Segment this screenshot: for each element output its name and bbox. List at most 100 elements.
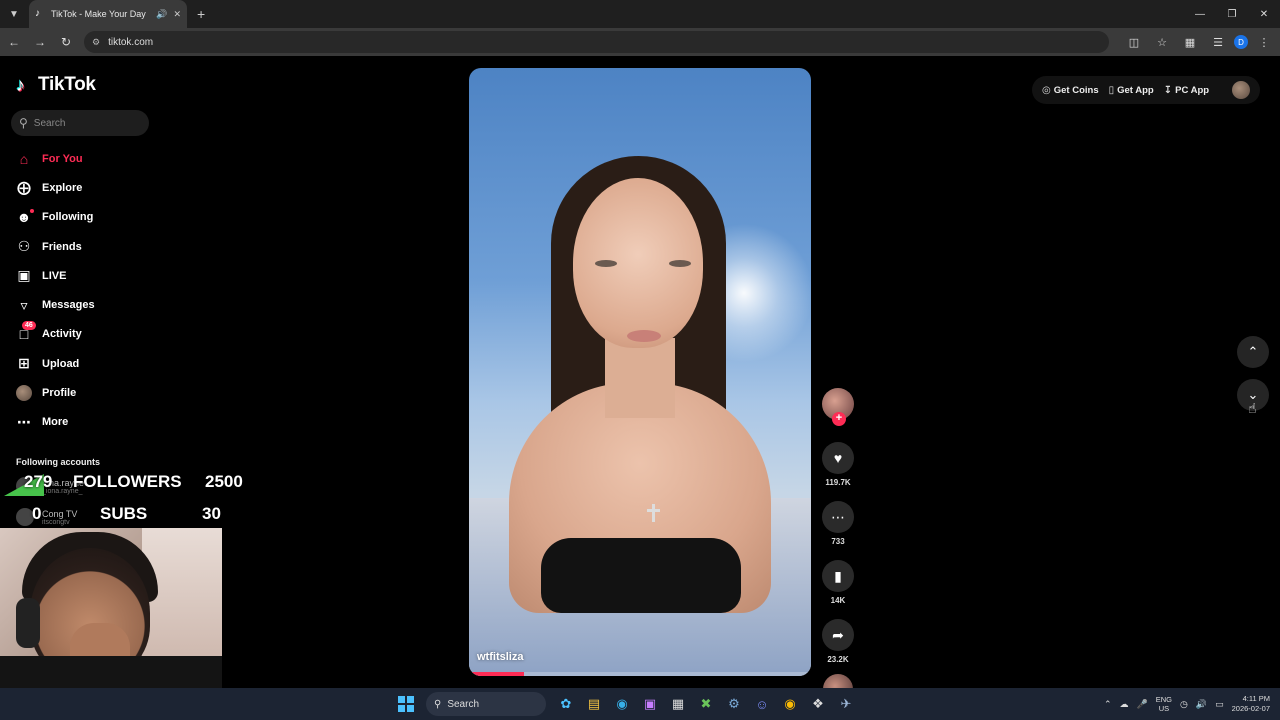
sidebar-item-live[interactable]: ▣ LIVE [16, 261, 146, 290]
tray-overflow-icon[interactable]: ⌃ [1104, 699, 1112, 710]
windows-taskbar: ⚲ Search ✿ ▤ ◉ ▣ ▦ ✖ ⚙ ☺ ◉ ❖ ✈ ⌃ ☁ 🎤 ENG… [0, 688, 1280, 720]
language-indicator[interactable]: ENG US [1156, 695, 1172, 713]
user-avatar[interactable] [1232, 81, 1250, 99]
discord-icon[interactable]: ☺ [750, 692, 774, 716]
get-app-label: Get App [1117, 84, 1154, 96]
browser-tab-tiktok[interactable]: ♪ TikTok - Make Your Day 🔊 ✕ [29, 0, 187, 28]
follow-plus-button[interactable]: + [832, 412, 846, 426]
sidebar-item-for-you[interactable]: ⌂ For You [16, 144, 146, 173]
restore-button[interactable]: ❐ [1216, 0, 1248, 28]
sidebar-item-label: Activity [42, 328, 82, 341]
file-explorer-icon[interactable]: ▤ [582, 692, 606, 716]
clock-time: 4:11 PM [1242, 694, 1270, 703]
media-control-icon[interactable]: ☰ [1206, 30, 1230, 54]
onedrive-icon[interactable]: ☁ [1120, 699, 1129, 710]
sidebar-item-following[interactable]: ☻ Following [16, 203, 146, 232]
reload-button[interactable]: ↻ [54, 30, 78, 54]
video-person-eye [669, 260, 691, 267]
comment-icon[interactable]: ⋯ [822, 501, 854, 533]
window-controls: — ❐ ✕ [1184, 0, 1280, 28]
install-app-icon[interactable]: ◫ [1122, 30, 1146, 54]
video-progress-bar[interactable] [469, 672, 811, 676]
share-action[interactable]: ➦ 23.2K [820, 619, 856, 664]
pc-app-button[interactable]: ↧ PC App [1164, 85, 1209, 96]
wifi-icon[interactable]: ◷ [1180, 699, 1188, 710]
webcam-overlay [0, 528, 222, 688]
sidebar-item-label: For You [42, 152, 83, 165]
comment-count: 733 [831, 537, 845, 546]
compass-icon: ⨁ [17, 179, 31, 196]
save-action[interactable]: ▮ 14K [820, 560, 856, 605]
microphone-icon[interactable]: 🎤 [1137, 699, 1148, 710]
video-username[interactable]: wtfitsliza [477, 651, 523, 663]
start-button[interactable] [394, 692, 418, 716]
clock[interactable]: 4:11 PM 2026-02-07 [1232, 694, 1270, 714]
heart-icon[interactable]: ♥ [822, 442, 854, 474]
obs-icon[interactable]: ⚙ [722, 692, 746, 716]
sidebar-item-upload[interactable]: ⊞ Upload [16, 349, 146, 378]
windows-logo-icon [398, 696, 414, 712]
new-tab-button[interactable]: + [197, 6, 205, 22]
sidebar-item-explore[interactable]: ⨁ Explore [16, 173, 146, 202]
tiktok-note-icon: ♪ [16, 75, 25, 95]
xbox-icon[interactable]: ✖ [694, 692, 718, 716]
search-box[interactable]: ⚲ [11, 110, 149, 136]
tab-close-icon[interactable]: ✕ [173, 9, 181, 20]
search-icon: ⚲ [434, 698, 442, 710]
sidebar-item-profile[interactable]: Profile [16, 378, 146, 407]
sidebar-nav: ⌂ For You ⨁ Explore ☻ Following ⚇ Friend… [16, 144, 146, 437]
get-app-button[interactable]: ▯ Get App [1109, 85, 1154, 96]
address-bar[interactable]: ⚙ tiktok.com [84, 31, 1109, 53]
friends-icon: ⚇ [17, 238, 31, 255]
edge-icon[interactable]: ◉ [610, 692, 634, 716]
mouse-cursor-icon: ☝ [1248, 400, 1257, 416]
sidebar-item-messages[interactable]: ▿ Messages [16, 290, 146, 319]
steam-icon[interactable]: ✈ [834, 692, 858, 716]
sidebar-item-label: Messages [42, 299, 95, 312]
extensions-icon[interactable]: ▦ [1178, 30, 1202, 54]
close-window-button[interactable]: ✕ [1248, 0, 1280, 28]
chrome-icon[interactable]: ◉ [778, 692, 802, 716]
camera-app-icon[interactable]: ▣ [638, 692, 662, 716]
back-button[interactable]: ← [2, 30, 26, 54]
minimize-button[interactable]: — [1184, 0, 1216, 28]
video-action-bar: + ♥ 119.7K ⋯ 733 ▮ 14K ➦ 23.2K [820, 388, 856, 704]
creator-avatar[interactable]: + [822, 388, 854, 426]
new-content-dot [30, 208, 34, 213]
battery-icon[interactable]: ▭ [1215, 699, 1224, 710]
browser-profile-avatar[interactable]: D [1234, 35, 1248, 49]
taskbar-search[interactable]: ⚲ Search [426, 692, 546, 716]
sidebar-item-more[interactable]: ⋯ More [16, 408, 146, 437]
like-count: 119.7K [825, 478, 851, 487]
tab-audio-icon[interactable]: 🔊 [156, 9, 167, 20]
volume-icon[interactable]: 🔊 [1196, 699, 1207, 710]
share-icon[interactable]: ➦ [822, 619, 854, 651]
bookmark-star-icon[interactable]: ☆ [1150, 30, 1174, 54]
get-coins-button[interactable]: ◎ Get Coins [1042, 85, 1099, 96]
region-code: US [1158, 704, 1170, 713]
comment-action[interactable]: ⋯ 733 [820, 501, 856, 546]
copilot-icon[interactable]: ✿ [554, 692, 578, 716]
tiktok-logo[interactable]: ♪ TikTok [16, 74, 96, 96]
top-right-actions: ◎ Get Coins ▯ Get App ↧ PC App [1032, 76, 1260, 104]
search-icon: ⚲ [19, 116, 28, 130]
taskbar-search-label: Search [447, 698, 480, 710]
browser-menu-icon[interactable]: ⋮ [1252, 30, 1276, 54]
sidebar-item-label: Profile [42, 387, 77, 400]
bookmark-icon[interactable]: ▮ [822, 560, 854, 592]
like-action[interactable]: ♥ 119.7K [820, 442, 856, 487]
video-person-eye [595, 260, 617, 267]
sidebar-item-activity[interactable]: □ 46 Activity [16, 320, 146, 349]
forward-button[interactable]: → [28, 30, 52, 54]
tiktok-favicon-icon: ♪ [35, 8, 40, 19]
store-icon[interactable]: ▦ [666, 692, 690, 716]
video-player[interactable]: wtfitsliza [469, 68, 811, 676]
sidebar-item-label: Upload [42, 357, 80, 370]
tab-search-button[interactable]: ▼ [3, 3, 25, 25]
app-icon[interactable]: ❖ [806, 692, 830, 716]
cross-necklace-bar [647, 509, 660, 512]
site-info-icon[interactable]: ⚙ [92, 37, 100, 48]
previous-video-button[interactable]: ⌃ [1237, 336, 1269, 368]
search-input[interactable] [33, 117, 134, 129]
sidebar-item-friends[interactable]: ⚇ Friends [16, 232, 146, 261]
